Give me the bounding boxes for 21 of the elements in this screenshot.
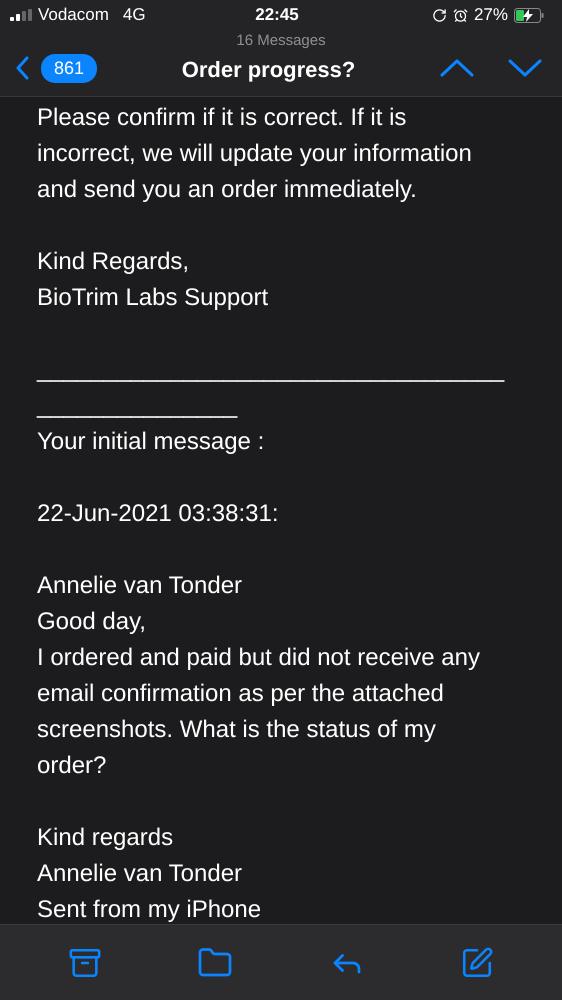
next-message-button[interactable] xyxy=(508,59,542,77)
message-paragraph: __________________________________________________ Your initial message : xyxy=(37,355,506,457)
clock-time: 22:45 xyxy=(255,5,299,25)
unread-count-badge[interactable]: 861 xyxy=(41,54,98,82)
compose-button[interactable] xyxy=(460,946,494,980)
rotation-lock-icon xyxy=(432,8,447,22)
battery-percent: 27% xyxy=(474,5,508,25)
message-paragraph: Please confirm if it is correct. If it is incorrect, we will update your information and send you an order immediately. xyxy=(37,103,473,205)
network-type: 4G xyxy=(122,5,146,25)
alarm-icon xyxy=(452,8,468,22)
previous-message-button[interactable] xyxy=(440,59,474,77)
message-count: 16 Messages xyxy=(236,32,326,49)
thread-title: Order progress? xyxy=(180,57,356,83)
signal-icon xyxy=(10,9,32,21)
message-paragraph: Annelie van Tonder Good day, I ordered and paid but did not receive any email confirmation as per the attached screenshots. What is the status of my order? xyxy=(37,571,481,781)
message-paragraph: Kind Regards, BioTrim Labs Support xyxy=(37,247,270,313)
message-paragraph: Kind regards Annelie van Tonder Sent from my iPhone xyxy=(37,823,262,924)
carrier-name: Vodacom xyxy=(38,5,109,25)
back-button[interactable] xyxy=(16,56,29,80)
battery-icon xyxy=(514,8,544,22)
message-paragraph: 22-Jun-2021 03:38:31: xyxy=(37,499,280,529)
